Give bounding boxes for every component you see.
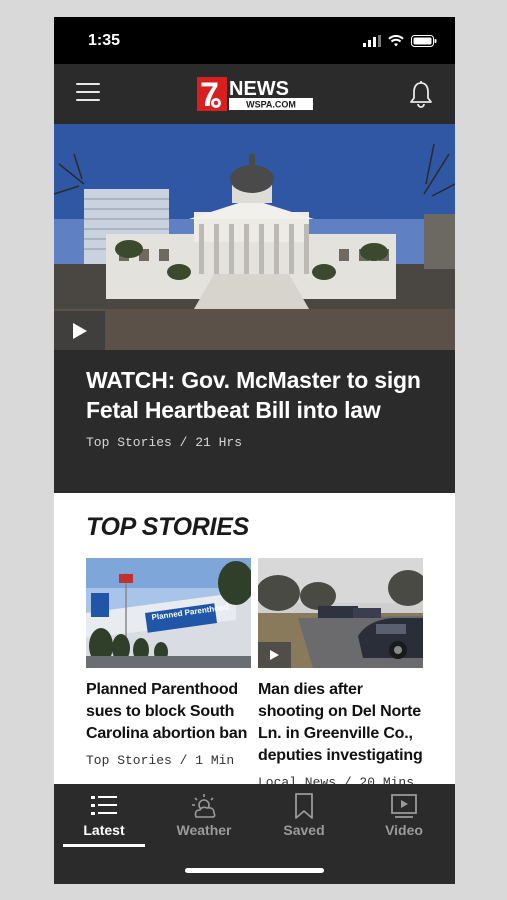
app-header: 7 NEWS WSPA.COM: [54, 64, 455, 124]
video-play-button[interactable]: [258, 642, 291, 668]
tab-label: Latest: [83, 822, 125, 838]
phone-screen: 1:35 7 NEWS WSPA.COM WATCH: Gov. McMaste…: [54, 17, 455, 884]
wspa-logo[interactable]: 7 NEWS WSPA.COM: [197, 76, 313, 114]
tab-latest[interactable]: Latest: [54, 784, 154, 850]
battery-icon: [411, 35, 437, 47]
status-icons: [363, 34, 437, 48]
status-time: 1:35: [88, 32, 121, 49]
tab-saved[interactable]: Saved: [254, 784, 354, 850]
top-stories-section: TOP STORIES Planned Parenthood Planned P…: [54, 493, 455, 784]
active-tab-indicator: [63, 844, 145, 847]
play-icon: [270, 650, 279, 660]
story-image: [258, 558, 423, 668]
video-play-button[interactable]: [54, 311, 105, 350]
section-heading: TOP STORIES: [86, 513, 249, 541]
hero-meta: Top Stories / 21 Hrs: [86, 435, 243, 450]
hero-image[interactable]: [54, 124, 455, 350]
logo-brand: NEWS: [229, 78, 289, 100]
story-meta: Top Stories / 1 Min: [86, 753, 235, 768]
logo-domain: WSPA.COM: [246, 100, 296, 110]
story-card[interactable]: Man dies after shooting on Del Norte Ln.…: [258, 558, 423, 784]
tab-label: Saved: [283, 822, 325, 838]
hero-headline[interactable]: WATCH: Gov. McMaster to sign Fetal Heart…: [86, 365, 426, 425]
home-indicator: [185, 868, 324, 873]
status-bar: 1:35: [54, 17, 455, 64]
bottom-tab-bar: Latest Weather Saved Video: [54, 784, 455, 884]
wifi-icon: [388, 35, 404, 47]
tab-weather[interactable]: Weather: [154, 784, 254, 850]
story-meta: Local News / 20 Mins: [258, 775, 415, 784]
story-card[interactable]: Planned Parenthood Planned Parenthood su…: [86, 558, 251, 768]
story-title[interactable]: Planned Parenthood sues to block South C…: [86, 679, 251, 745]
bell-icon[interactable]: [408, 80, 434, 108]
story-image: Planned Parenthood: [86, 558, 251, 668]
weather-icon: [192, 794, 216, 818]
signal-icon: [363, 35, 381, 47]
play-icon: [72, 322, 87, 339]
bookmark-icon: [295, 793, 313, 819]
story-title[interactable]: Man dies after shooting on Del Norte Ln.…: [258, 679, 423, 767]
tab-label: Weather: [176, 822, 232, 838]
tab-video[interactable]: Video: [354, 784, 454, 850]
tab-label: Video: [385, 822, 423, 838]
menu-icon[interactable]: [76, 83, 100, 103]
video-icon: [391, 794, 417, 818]
list-icon: [91, 796, 117, 815]
